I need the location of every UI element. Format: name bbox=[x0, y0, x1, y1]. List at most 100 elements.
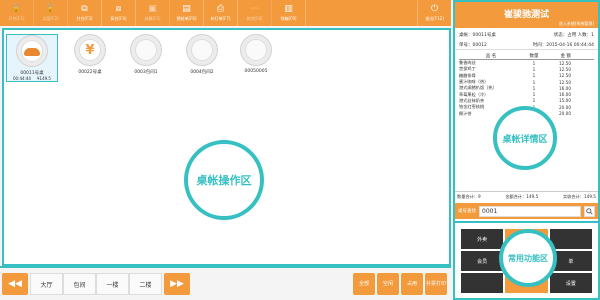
function-button-8[interactable]: 设置 bbox=[549, 273, 592, 293]
toolbar-button-6[interactable]: ⎙ 补打单[F7] bbox=[204, 0, 238, 26]
cash-icon: ▥ bbox=[284, 4, 293, 14]
table-search: 桌号查找 bbox=[455, 203, 598, 219]
status-label: 状态：占用 人数：1 bbox=[553, 33, 594, 38]
area-tab-room[interactable]: 包间 bbox=[63, 273, 96, 295]
plate-icon bbox=[16, 35, 48, 67]
area-tab-floor2[interactable]: 二楼 bbox=[129, 273, 162, 295]
bill-info-row: 单号：00012 时间：2015-04-16 00:44:44 bbox=[455, 40, 598, 50]
print-icon: ⎙ bbox=[216, 4, 225, 14]
toolbar-button-5[interactable]: ▤ 预结单[F6] bbox=[170, 0, 204, 26]
toolbar-button-1[interactable]: 🔒 点菜[F2] bbox=[34, 0, 68, 26]
login-info: 进入系统[系统管理] bbox=[558, 21, 594, 26]
lock2-icon: 🔒 bbox=[44, 4, 57, 14]
search-icon[interactable] bbox=[584, 205, 595, 217]
toolbar-button-label: 并台[F3] bbox=[76, 16, 93, 21]
table-card[interactable]: 0003包间1 bbox=[120, 34, 172, 82]
plate-icon bbox=[240, 34, 272, 66]
toolbar-button-label: 拆台[F4] bbox=[110, 16, 127, 21]
exit-label: 退出[F12] bbox=[425, 16, 444, 21]
item-name: 宫保鸡丁 bbox=[459, 66, 476, 72]
table-card[interactable]: 00050005 bbox=[230, 34, 282, 82]
toolbar-button-label: 点菜[F2] bbox=[42, 16, 59, 21]
table-meta: 00:44:44 ¥149.5 bbox=[13, 76, 51, 81]
item-qty: 1 bbox=[532, 73, 536, 79]
plate-icon bbox=[186, 34, 218, 66]
yen-icon: ¥ bbox=[79, 39, 101, 61]
pay-icon: ▤ bbox=[182, 4, 191, 14]
totals-row: 数量合计：9 金额合计：149.5 实收合计：149.5 bbox=[455, 191, 598, 201]
item-name: 草莓果粒（冷） bbox=[459, 91, 489, 97]
more-icon: ⋯ bbox=[250, 4, 259, 14]
area-tab-floor1[interactable]: 一楼 bbox=[96, 273, 129, 295]
toolbar-button-label: 预结单[F6] bbox=[176, 16, 197, 21]
func-area-label: 常用功能区 bbox=[499, 229, 557, 287]
item-amount: 20.00 bbox=[559, 104, 571, 110]
prev-page-button[interactable]: ◀◀ bbox=[2, 273, 28, 295]
item-name: 港式焗猪扒饭（热） bbox=[459, 85, 497, 91]
function-button-3[interactable]: 会员 bbox=[461, 251, 504, 271]
function-button-6[interactable] bbox=[461, 273, 504, 293]
bill-number: 单号：00012 bbox=[459, 42, 487, 48]
toolbar-button-0[interactable]: 🔒 开台[F1] bbox=[0, 0, 34, 26]
next-page-button[interactable]: ▶▶ bbox=[164, 273, 190, 295]
exit-button[interactable]: ⏻ 退出[F12] bbox=[417, 0, 451, 26]
item-qty: 1 bbox=[532, 98, 536, 104]
item-amount: 20.00 bbox=[559, 111, 571, 117]
table-area: 桌帐操作区 00011号桌 00:44:44 ¥149.5 ¥00022号桌 0003包… bbox=[2, 28, 451, 266]
table-name: 00022号桌 bbox=[78, 70, 102, 75]
item-qty: 1 bbox=[532, 79, 536, 85]
settle-icon: ▣ bbox=[148, 4, 157, 14]
merge-icon: ⧉ bbox=[81, 4, 88, 14]
toolbar-button-3[interactable]: ⧈ 拆台[F4] bbox=[102, 0, 136, 26]
function-area: 外卖 会员单设置 常用功能区 bbox=[455, 221, 598, 298]
reprint-button[interactable]: 补票打印 bbox=[425, 273, 447, 295]
toolbar-button-4[interactable]: ▣ 结算[F5] bbox=[136, 0, 170, 26]
col-amount: 金 额 bbox=[560, 53, 571, 59]
table-card[interactable]: 0004包间2 bbox=[176, 34, 228, 82]
detail-header: 崔骏驰测试 进入系统[系统管理] bbox=[455, 2, 598, 28]
function-button-2[interactable] bbox=[549, 229, 592, 249]
total-count: 数量合计：9 bbox=[457, 193, 481, 199]
toolbar-button-2[interactable]: ⧉ 并台[F3] bbox=[68, 0, 102, 26]
table-time: 00:44:44 bbox=[13, 76, 31, 81]
item-amount: 12.50 bbox=[559, 73, 571, 79]
split-icon: ⧈ bbox=[115, 4, 122, 14]
item-qty: 1 bbox=[532, 66, 536, 72]
search-input[interactable] bbox=[479, 205, 581, 217]
toolbar-button-label: 开台[F1] bbox=[8, 16, 25, 21]
toolbar-button-8[interactable]: ▥ 钱箱[F9] bbox=[272, 0, 306, 26]
item-qty: 1 bbox=[532, 92, 536, 98]
filter-free-button[interactable]: 空闲 bbox=[377, 273, 399, 295]
bottom-bar: ◀◀ 大厅 包间 一楼 二楼 ▶▶ 全部 空闲 占用 补票打印 bbox=[0, 266, 451, 300]
item-amount: 16.00 bbox=[559, 92, 571, 98]
item-amount: 12.50 bbox=[559, 66, 571, 72]
col-qty: 数量 bbox=[529, 53, 539, 59]
search-label: 桌号查找 bbox=[458, 209, 476, 214]
main-toolbar: 🔒 开台[F1] 🔒 点菜[F2] ⧉ 并台[F3] ⧈ 拆台[F4] ▣ 结算[F5] ▤ 预结单[… bbox=[0, 0, 451, 26]
item-name: 糖醋排骨 bbox=[459, 72, 476, 78]
toolbar-button-label: 其他[F8] bbox=[246, 16, 263, 21]
plate-icon: ¥ bbox=[74, 34, 106, 66]
table-name: 00050005 bbox=[244, 69, 268, 74]
table-name: 0004包间2 bbox=[190, 70, 214, 75]
item-amount: 15.00 bbox=[559, 98, 571, 104]
table-amount: ¥149.5 bbox=[36, 76, 51, 81]
dish-icon bbox=[24, 48, 40, 56]
col-name: 品 名 bbox=[485, 53, 497, 59]
toolbar-button-label: 钱箱[F9] bbox=[280, 16, 297, 21]
toolbar-button-label: 结算[F5] bbox=[144, 16, 161, 21]
detail-area-label: 桌帐详情区 bbox=[493, 106, 557, 170]
toolbar-button-7[interactable]: ⋯ 其他[F8] bbox=[238, 0, 272, 26]
restaurant-title: 崔骏驰测试 bbox=[503, 10, 549, 20]
filter-busy-button[interactable]: 占用 bbox=[401, 273, 423, 295]
detail-panel: 崔骏驰测试 进入系统[系统管理] 桌帐：00011号桌 状态：占用 人数：1 单… bbox=[453, 0, 600, 300]
item-amount: 12.50 bbox=[559, 79, 571, 85]
function-button-0[interactable]: 外卖 bbox=[461, 229, 504, 249]
table-card[interactable]: ¥00022号桌 bbox=[64, 34, 116, 82]
total-paid: 实收合计：149.5 bbox=[563, 193, 596, 199]
area-tab-hall[interactable]: 大厅 bbox=[30, 273, 63, 295]
table-card[interactable]: 00011号桌 00:44:44 ¥149.5 bbox=[6, 34, 58, 82]
table-info-row: 桌帐：00011号桌 状态：占用 人数：1 bbox=[455, 30, 598, 40]
filter-all-button[interactable]: 全部 bbox=[353, 273, 375, 295]
toolbar-button-label: 补打单[F7] bbox=[210, 16, 231, 21]
